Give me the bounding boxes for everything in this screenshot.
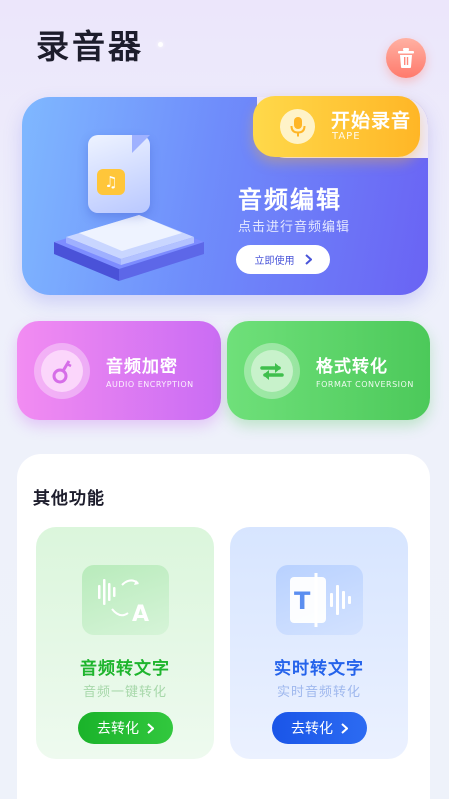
chevron-right-icon [341, 722, 348, 734]
chevron-right-icon [304, 254, 312, 265]
audio-to-text-subtitle: 音频一键转化 [82, 685, 167, 700]
trash-button[interactable] [386, 38, 426, 78]
audio-to-text-card[interactable]: A 音频转文字 音频一键转化 去转化 [36, 527, 214, 759]
use-now-button[interactable]: 立即使用 [236, 245, 330, 274]
other-functions-title: 其他功能 [33, 489, 105, 509]
start-recording-subtitle: TAPE [332, 131, 361, 142]
audio-to-text-title: 音频转文字 [80, 659, 170, 679]
svg-text:T: T [294, 587, 311, 615]
realtime-to-text-subtitle: 实时音频转化 [276, 685, 361, 700]
audio-encryption-title: 音频加密 [106, 357, 178, 377]
audio-to-text-button-label: 去转化 [97, 721, 139, 737]
use-now-label: 立即使用 [254, 256, 295, 267]
microphone-icon [280, 109, 315, 144]
format-conversion-subtitle: FORMAT CONVERSION [316, 380, 414, 389]
audio-encryption-subtitle: AUDIO ENCRYPTION [106, 380, 194, 389]
sparkle-decoration [158, 42, 163, 47]
realtime-to-text-button-label: 去转化 [291, 721, 333, 737]
audio-edit-subtitle: 点击进行音频编辑 [238, 220, 351, 235]
svg-text:A: A [132, 602, 149, 627]
music-note-icon: ♫ [97, 169, 125, 195]
other-functions-panel: 其他功能 A 音频转文字 音频一键转化 去转化 T 实时转文字 实时音频转化 去… [17, 454, 430, 799]
key-icon [41, 350, 83, 392]
app-title: 录音器 [36, 27, 144, 66]
music-file-illustration: ♫ [88, 135, 150, 213]
swap-arrows-icon [251, 350, 293, 392]
realtime-to-text-icon: T [276, 565, 363, 635]
realtime-to-text-card[interactable]: T 实时转文字 实时音频转化 去转化 [230, 527, 408, 759]
chevron-right-icon [147, 722, 154, 734]
audio-encryption-card[interactable]: 音频加密 AUDIO ENCRYPTION [17, 321, 221, 420]
start-recording-button[interactable]: 开始录音 TAPE [253, 96, 420, 157]
format-conversion-card[interactable]: 格式转化 FORMAT CONVERSION [227, 321, 430, 420]
realtime-to-text-title: 实时转文字 [274, 659, 364, 679]
audio-to-text-button[interactable]: 去转化 [78, 712, 173, 744]
trash-icon [398, 48, 414, 68]
audio-edit-title: 音频编辑 [238, 186, 342, 214]
start-recording-label: 开始录音 [331, 110, 412, 132]
audio-to-text-icon: A [82, 565, 169, 635]
realtime-to-text-button[interactable]: 去转化 [272, 712, 367, 744]
stage-illustration [54, 215, 204, 281]
format-conversion-title: 格式转化 [316, 357, 388, 377]
